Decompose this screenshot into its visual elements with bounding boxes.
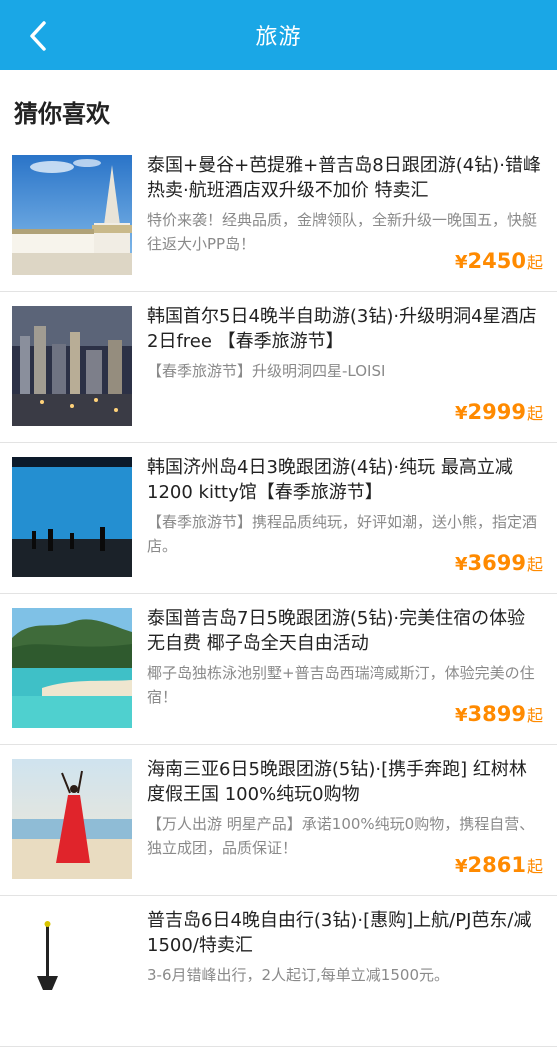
- price-unit: 起: [526, 857, 543, 876]
- product-name: 普吉岛6日4晚自由行(3钻)·[惠购]上航/PJ芭东/减1500/特卖汇: [147, 910, 532, 956]
- price-unit: 起: [526, 253, 543, 272]
- product-image: [12, 759, 132, 879]
- product-desc: 【春季旅游节】升级明洞四星-LOISI: [147, 362, 386, 380]
- product-item[interactable]: 普吉岛6日4晚自由行(3钻)·[惠购]上航/PJ芭东/减1500/特卖汇 3-6…: [0, 896, 557, 1047]
- product-desc: 3-6月错峰出行，2人起订,每单立减1500元。: [147, 966, 449, 984]
- product-price: ¥3699起: [455, 551, 543, 575]
- product-item[interactable]: 海南三亚6日5晚跟团游(5钻)·[携手奔跑] 红树林度假王国 100%纯玩0购物…: [0, 745, 557, 896]
- price-value: 2999: [467, 400, 526, 424]
- price-currency: ¥: [455, 403, 468, 424]
- product-item[interactable]: 韩国首尔5日4晚半自助游(3钻)·升级明洞4星酒店 2日free 【春季旅游节】…: [0, 292, 557, 443]
- product-item[interactable]: 泰国普吉岛7日5晚跟团游(5钻)·完美住宿の体验 无自费 椰子岛全天自由活动 椰…: [0, 594, 557, 745]
- product-price: ¥2450起: [455, 249, 543, 273]
- product-item[interactable]: 泰国+曼谷+芭提雅+普吉岛8日跟团游(4钻)·错峰热卖·航班酒店双升级不加价 特…: [0, 141, 557, 292]
- product-image: [12, 306, 132, 426]
- product-name: 韩国济州岛4日3晚跟团游(4钻)·纯玩 最高立减1200 kitty馆【春季旅游…: [147, 457, 513, 503]
- header-bar: 旅游: [0, 0, 557, 70]
- price-currency: ¥: [455, 554, 468, 575]
- price-unit: 起: [526, 706, 543, 725]
- product-item[interactable]: 韩国济州岛4日3晚跟团游(4钻)·纯玩 最高立减1200 kitty馆【春季旅游…: [0, 443, 557, 594]
- price-unit: 起: [526, 404, 543, 423]
- price-value: 2450: [467, 249, 526, 273]
- product-name: 泰国+曼谷+芭提雅+普吉岛8日跟团游(4钻)·错峰热卖·航班酒店双升级不加价 特…: [147, 155, 541, 201]
- price-currency: ¥: [455, 856, 468, 877]
- product-name: 韩国首尔5日4晚半自助游(3钻)·升级明洞4星酒店 2日free 【春季旅游节】: [147, 306, 537, 352]
- product-image: [12, 608, 132, 728]
- product-image: [12, 155, 132, 275]
- page-title: 旅游: [255, 25, 302, 50]
- section-title: 猜你喜欢: [14, 100, 110, 128]
- product-list: 泰国+曼谷+芭提雅+普吉岛8日跟团游(4钻)·错峰热卖·航班酒店双升级不加价 特…: [0, 141, 557, 1047]
- price-unit: 起: [526, 555, 543, 574]
- price-currency: ¥: [455, 252, 468, 273]
- product-price: ¥3899起: [455, 702, 543, 726]
- product-price: ¥2999起: [455, 400, 543, 424]
- product-price: ¥2861起: [455, 853, 543, 877]
- price-value: 2861: [467, 853, 526, 877]
- back-button[interactable]: [20, 16, 56, 56]
- product-name: 泰国普吉岛7日5晚跟团游(5钻)·完美住宿の体验 无自费 椰子岛全天自由活动: [147, 608, 526, 654]
- price-value: 3699: [467, 551, 526, 575]
- product-image: [12, 457, 132, 577]
- price-currency: ¥: [455, 705, 468, 726]
- chevron-left-icon: [30, 21, 46, 51]
- product-name: 海南三亚6日5晚跟团游(5钻)·[携手奔跑] 红树林度假王国 100%纯玩0购物: [147, 759, 527, 805]
- price-value: 3899: [467, 702, 526, 726]
- product-image: [12, 910, 132, 1030]
